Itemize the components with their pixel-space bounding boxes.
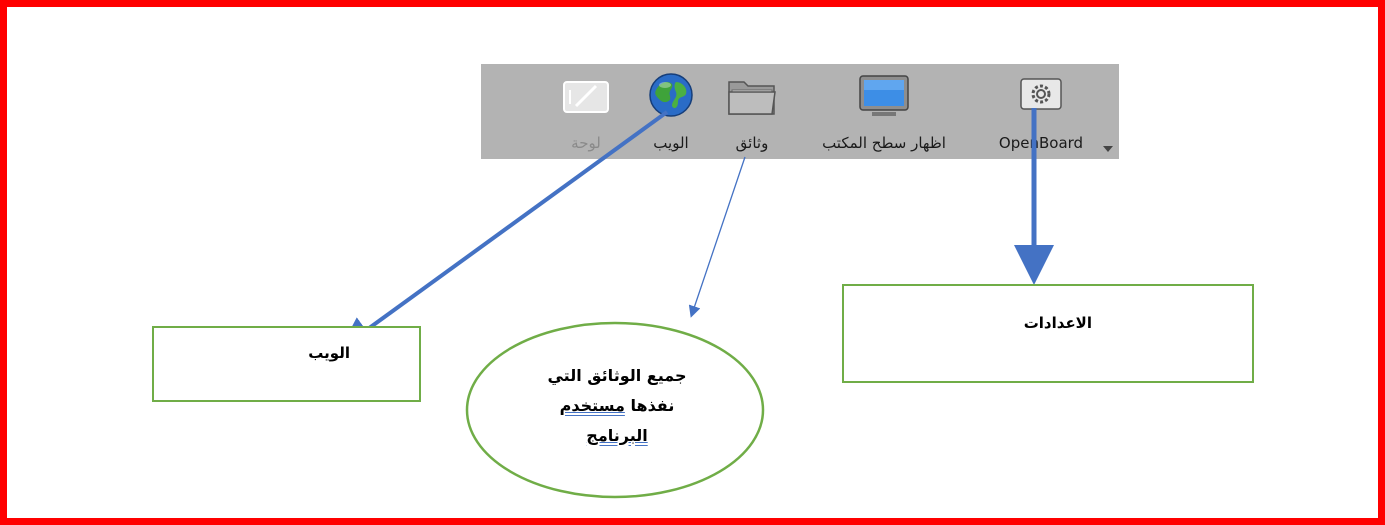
callout-documents-line3: البرنامج xyxy=(507,421,727,451)
callout-documents-text: جميع الوثائق التي نفذها مستخدم البرنامج xyxy=(507,361,727,451)
callout-documents-word-program: البرنامج xyxy=(586,426,648,445)
callout-documents-word-user: مستخدم xyxy=(559,396,625,415)
callout-documents-line2: نفذها مستخدم xyxy=(507,391,727,421)
callout-documents-word-nafathaha: نفذها xyxy=(624,396,675,415)
callout-documents-line1: جميع الوثائق التي xyxy=(547,366,687,385)
